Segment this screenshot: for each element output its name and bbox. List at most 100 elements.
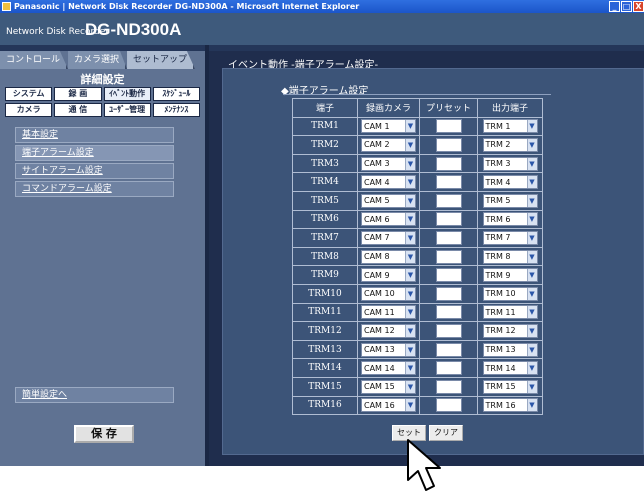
category-recording-button[interactable]: 録 画 bbox=[54, 87, 102, 101]
table-row: TRM5 CAM 5 ▼ TRM 5 ▼ bbox=[292, 190, 543, 211]
submenu-command-alarm[interactable]: コマンドアラーム設定 bbox=[15, 181, 174, 197]
camera-select[interactable]: CAM 2 ▼ bbox=[361, 137, 416, 152]
preset-input[interactable] bbox=[435, 379, 462, 394]
chevron-down-icon: ▼ bbox=[526, 157, 537, 170]
camera-cell: CAM 13 ▼ bbox=[357, 339, 420, 360]
output-select[interactable]: TRM 9 ▼ bbox=[482, 268, 538, 283]
camera-select-value: CAM 16 bbox=[364, 400, 395, 410]
table-body: TRM1 CAM 1 ▼ TRM 1 ▼ TRM2 CAM 2 ▼ TRM 2 ▼ TRM3 CAM … bbox=[292, 116, 543, 416]
chevron-down-icon: ▼ bbox=[405, 176, 415, 189]
camera-cell: CAM 6 ▼ bbox=[357, 209, 420, 230]
camera-cell: CAM 2 ▼ bbox=[357, 135, 420, 155]
preset-input[interactable] bbox=[435, 212, 462, 227]
table-row: TRM14 CAM 14 ▼ TRM 14 ▼ bbox=[292, 358, 543, 378]
preset-cell bbox=[419, 358, 478, 378]
maximize-button[interactable]: □ bbox=[621, 1, 632, 12]
chevron-down-icon: ▼ bbox=[526, 362, 537, 375]
table-row: TRM11 CAM 11 ▼ TRM 11 ▼ bbox=[292, 302, 543, 323]
output-select[interactable]: TRM 5 ▼ bbox=[482, 193, 538, 208]
close-button[interactable]: X bbox=[633, 1, 644, 12]
preset-input[interactable] bbox=[435, 323, 462, 338]
camera-select[interactable]: CAM 12 ▼ bbox=[361, 323, 416, 338]
output-select-value: TRM 13 bbox=[485, 345, 516, 355]
chevron-down-icon: ▼ bbox=[526, 194, 537, 207]
header-preset: プリセット bbox=[419, 98, 478, 118]
output-select[interactable]: TRM 2 ▼ bbox=[482, 137, 538, 152]
output-select[interactable]: TRM 14 ▼ bbox=[482, 361, 538, 376]
camera-select[interactable]: CAM 8 ▼ bbox=[361, 249, 416, 264]
output-select[interactable]: TRM 4 ▼ bbox=[482, 175, 538, 190]
window-title: Panasonic | Network Disk Recorder DG-ND3… bbox=[14, 2, 360, 11]
output-select[interactable]: TRM 13 ▼ bbox=[482, 342, 538, 357]
camera-select[interactable]: CAM 16 ▼ bbox=[361, 398, 416, 413]
preset-input[interactable] bbox=[435, 156, 462, 171]
camera-select[interactable]: CAM 14 ▼ bbox=[361, 361, 416, 376]
camera-select[interactable]: CAM 3 ▼ bbox=[361, 156, 416, 171]
preset-input[interactable] bbox=[435, 175, 462, 190]
output-select[interactable]: TRM 12 ▼ bbox=[482, 323, 538, 338]
camera-select[interactable]: CAM 1 ▼ bbox=[361, 119, 416, 134]
camera-select[interactable]: CAM 11 ▼ bbox=[361, 305, 416, 320]
save-button[interactable]: 保 存 bbox=[74, 425, 134, 443]
category-event-button[interactable]: ｲﾍﾞﾝﾄ動作 bbox=[103, 87, 151, 101]
chevron-down-icon: ▼ bbox=[526, 269, 537, 282]
preset-input[interactable] bbox=[435, 305, 462, 320]
output-select-value: TRM 2 bbox=[485, 140, 511, 150]
output-select[interactable]: TRM 3 ▼ bbox=[482, 156, 538, 171]
category-network-button[interactable]: 通 信 bbox=[54, 103, 102, 117]
output-select-value: TRM 8 bbox=[485, 252, 511, 262]
output-select[interactable]: TRM 6 ▼ bbox=[482, 212, 538, 227]
preset-input[interactable] bbox=[435, 249, 462, 264]
tab-camera-select[interactable]: カメラ選択 bbox=[68, 51, 128, 69]
preset-input[interactable] bbox=[435, 193, 462, 208]
camera-select[interactable]: CAM 5 ▼ bbox=[361, 193, 416, 208]
output-select[interactable]: TRM 11 ▼ bbox=[482, 305, 538, 320]
output-select[interactable]: TRM 1 ▼ bbox=[482, 119, 538, 134]
chevron-down-icon: ▼ bbox=[405, 343, 415, 356]
chevron-down-icon: ▼ bbox=[405, 269, 415, 282]
camera-select[interactable]: CAM 9 ▼ bbox=[361, 268, 416, 283]
category-user-button[interactable]: ﾕｰｻﾞｰ管理 bbox=[103, 103, 151, 117]
tab-control[interactable]: コントロール bbox=[0, 51, 69, 69]
table-row: TRM4 CAM 4 ▼ TRM 4 ▼ bbox=[292, 172, 543, 192]
chevron-down-icon: ▼ bbox=[526, 231, 537, 244]
chevron-down-icon: ▼ bbox=[526, 399, 537, 412]
preset-input[interactable] bbox=[435, 361, 462, 376]
camera-select[interactable]: CAM 10 ▼ bbox=[361, 286, 416, 301]
output-select[interactable]: TRM 16 ▼ bbox=[482, 398, 538, 413]
camera-select[interactable]: CAM 4 ▼ bbox=[361, 175, 416, 190]
category-camera-button[interactable]: カメラ bbox=[5, 103, 53, 117]
preset-input[interactable] bbox=[435, 230, 462, 245]
preset-input[interactable] bbox=[435, 119, 462, 134]
category-maintenance-button[interactable]: ﾒﾝﾃﾅﾝｽ bbox=[152, 103, 200, 117]
output-select[interactable]: TRM 8 ▼ bbox=[482, 249, 538, 264]
output-select[interactable]: TRM 10 ▼ bbox=[482, 286, 538, 301]
camera-select[interactable]: CAM 7 ▼ bbox=[361, 230, 416, 245]
easy-setup-link[interactable]: 簡単設定へ bbox=[15, 387, 174, 403]
preset-input[interactable] bbox=[435, 268, 462, 283]
submenu-site-alarm[interactable]: サイトアラーム設定 bbox=[15, 163, 174, 179]
minimize-button[interactable]: _ bbox=[609, 1, 620, 12]
preset-input[interactable] bbox=[435, 286, 462, 301]
submenu-basic[interactable]: 基本設定 bbox=[15, 127, 174, 143]
output-select[interactable]: TRM 7 ▼ bbox=[482, 230, 538, 245]
camera-select[interactable]: CAM 6 ▼ bbox=[361, 212, 416, 227]
tab-setup[interactable]: セットアップ bbox=[127, 51, 196, 69]
category-system-button[interactable]: システム bbox=[5, 87, 53, 101]
chevron-down-icon: ▼ bbox=[526, 380, 537, 393]
camera-select[interactable]: CAM 13 ▼ bbox=[361, 342, 416, 357]
terminal-cell: TRM14 bbox=[292, 358, 358, 378]
category-schedule-button[interactable]: ｽｹｼﾞｭｰﾙ bbox=[152, 87, 200, 101]
table-row: TRM1 CAM 1 ▼ TRM 1 ▼ bbox=[292, 116, 543, 137]
submenu-terminal-alarm[interactable]: 端子アラーム設定 bbox=[15, 145, 174, 161]
app-header: Network Disk Recorder DG-ND300A bbox=[0, 13, 644, 45]
output-select[interactable]: TRM 15 ▼ bbox=[482, 379, 538, 394]
preset-input[interactable] bbox=[435, 137, 462, 152]
table-row: TRM6 CAM 6 ▼ TRM 6 ▼ bbox=[292, 209, 543, 230]
preset-cell bbox=[419, 376, 478, 397]
preset-input[interactable] bbox=[435, 342, 462, 357]
camera-select-value: CAM 14 bbox=[364, 363, 395, 373]
preset-input[interactable] bbox=[435, 398, 462, 413]
camera-select[interactable]: CAM 15 ▼ bbox=[361, 379, 416, 394]
chevron-down-icon: ▼ bbox=[526, 120, 537, 133]
